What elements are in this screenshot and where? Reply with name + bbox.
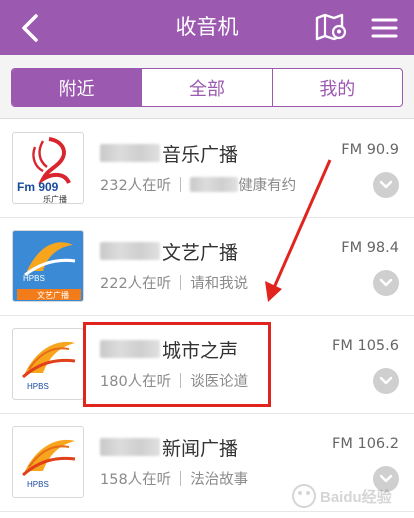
menu-button[interactable] xyxy=(368,14,400,42)
redacted-text xyxy=(190,177,239,192)
listener-count: 158人在听 xyxy=(100,472,172,488)
map-button[interactable] xyxy=(314,12,348,44)
station-name: 文艺广播 xyxy=(162,241,239,264)
svg-text:HPBS: HPBS xyxy=(27,480,49,489)
expand-button[interactable] xyxy=(373,368,399,394)
divider xyxy=(180,471,182,486)
expand-button[interactable] xyxy=(373,270,399,296)
station-frequency: FM 105.6 xyxy=(332,338,399,354)
expand-button[interactable] xyxy=(373,172,399,198)
hamburger-menu-icon xyxy=(371,18,398,38)
svg-text:文艺广播: 文艺广播 xyxy=(37,290,69,300)
station-name: 音乐广播 xyxy=(162,143,239,166)
svg-text:HPBS: HPBS xyxy=(27,382,49,391)
tab-nearby[interactable]: 附近 xyxy=(12,69,142,106)
segmented-control: 附近 全部 我的 xyxy=(11,68,403,107)
station-row[interactable]: HPBS 文艺广播 文艺广播 222人在听 请和我说 FM 98.4 xyxy=(0,218,414,316)
redacted-text xyxy=(100,242,160,260)
program-name: 请和我说 xyxy=(190,276,249,292)
station-logo: HPBS 文艺广播 xyxy=(12,230,84,302)
station-frequency: FM 98.4 xyxy=(341,240,399,256)
svg-text:Baidu经验: Baidu经验 xyxy=(320,488,393,506)
logo-text: Fm 909 xyxy=(17,180,59,194)
station-logo: HPBS xyxy=(12,328,84,400)
svg-text:HPBS: HPBS xyxy=(23,274,45,283)
page-title: 收音机 xyxy=(175,15,239,39)
tab-mine[interactable]: 我的 xyxy=(271,69,402,106)
map-pin-icon xyxy=(315,13,347,41)
divider xyxy=(180,177,182,192)
station-name: 新闻广播 xyxy=(162,437,239,460)
tab-bar: 附近 全部 我的 xyxy=(0,55,414,119)
svg-text:乐广播: 乐广播 xyxy=(43,194,67,204)
redacted-text xyxy=(100,438,160,456)
program-name: 健康有约 xyxy=(238,178,297,194)
station-row[interactable]: Fm 909 乐广播 音乐广播 232人在听 健康有约 FM 90.9 xyxy=(0,120,414,218)
watermark-logo: Baidu经验 xyxy=(290,478,410,514)
divider xyxy=(180,275,182,290)
tab-all[interactable]: 全部 xyxy=(141,69,271,106)
listener-count: 222人在听 xyxy=(100,276,172,292)
station-frequency: FM 106.2 xyxy=(332,436,399,452)
station-frequency: FM 90.9 xyxy=(341,142,399,158)
annotation-highlight-box xyxy=(83,322,271,407)
chevron-down-icon xyxy=(379,180,393,189)
listener-count: 232人在听 xyxy=(100,178,172,194)
program-name: 法治故事 xyxy=(190,472,249,488)
chevron-down-icon xyxy=(379,278,393,287)
redacted-text xyxy=(100,144,160,162)
station-logo: HPBS xyxy=(12,426,84,498)
station-logo: Fm 909 乐广播 xyxy=(12,132,84,204)
chevron-down-icon xyxy=(379,376,393,385)
nav-bar: 收音机 xyxy=(0,0,414,55)
